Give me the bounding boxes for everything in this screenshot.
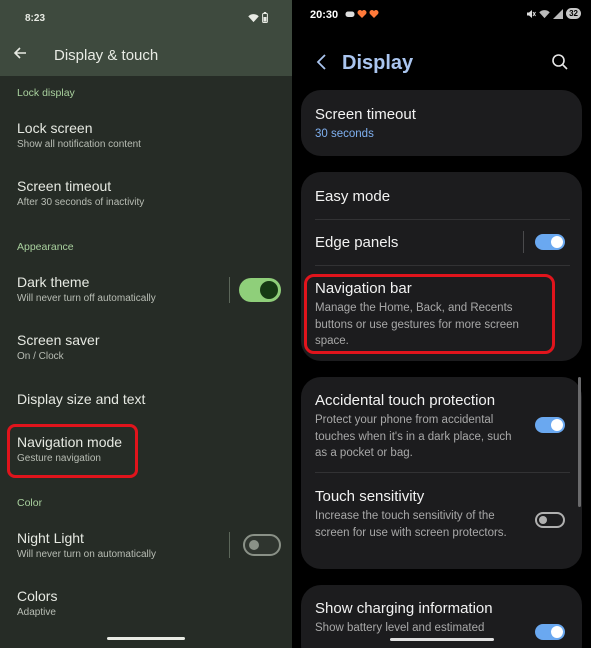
touch-sensitivity-toggle[interactable]: [535, 512, 565, 528]
samsung-display-screen: 20:30 32 Display Screen timeout 30 secon…: [292, 0, 591, 648]
setting-subtitle: Gesture navigation: [17, 453, 101, 464]
toggle-knob: [551, 419, 563, 431]
gesture-nav-handle[interactable]: [390, 638, 494, 641]
setting-charging-info[interactable]: Show charging information Show battery l…: [315, 600, 525, 637]
notification-icons: [345, 9, 379, 19]
page-title: Display: [342, 52, 414, 74]
setting-easy-mode[interactable]: Easy mode: [315, 188, 390, 205]
divider: [315, 265, 570, 266]
setting-navigation-bar[interactable]: Navigation bar Manage the Home, Back, an…: [315, 280, 550, 350]
toggle-knob: [260, 281, 278, 299]
setting-title: Accidental touch protection: [315, 392, 496, 409]
setting-subtitle: Show battery level and estimated: [315, 622, 485, 634]
divider: [315, 472, 570, 473]
heart-icon: [357, 10, 367, 18]
heart-icon: [369, 10, 379, 18]
section-lock-display: Lock display: [17, 87, 75, 99]
setting-title: Show charging information: [315, 600, 493, 617]
setting-title: Display size and text: [17, 391, 146, 407]
divider: [229, 532, 230, 558]
setting-dark-theme[interactable]: Dark theme Will never turn off automatic…: [17, 274, 156, 304]
battery-level: 32: [566, 8, 581, 19]
setting-title: Dark theme: [17, 274, 90, 290]
divider: [523, 231, 524, 253]
page-title: Display & touch: [54, 47, 159, 64]
setting-subtitle: Will never turn on automatically: [17, 549, 156, 560]
setting-title: Edge panels: [315, 234, 399, 251]
setting-screen-timeout[interactable]: Screen timeout After 30 seconds of inact…: [17, 178, 144, 208]
charging-info-toggle[interactable]: [535, 624, 565, 640]
status-icons: [248, 12, 268, 23]
back-arrow-icon[interactable]: [12, 45, 28, 61]
toggle-knob: [551, 626, 563, 638]
setting-display-size[interactable]: Display size and text: [17, 391, 145, 407]
status-time: 20:30: [310, 9, 339, 21]
back-chevron-icon[interactable]: [314, 53, 328, 71]
section-color: Color: [17, 497, 43, 509]
scrollbar[interactable]: [578, 377, 581, 507]
setting-navigation-mode[interactable]: Navigation mode Gesture navigation: [17, 434, 122, 464]
divider: [229, 277, 230, 303]
setting-touch-sensitivity[interactable]: Touch sensitivity Increase the touch sen…: [315, 488, 525, 541]
mute-icon: [527, 9, 537, 18]
divider: [315, 219, 570, 220]
setting-subtitle: Manage the Home, Back, and Recents butto…: [315, 302, 519, 347]
wifi-icon: [539, 9, 550, 18]
signal-icon: [553, 8, 564, 19]
setting-subtitle: Will never turn off automatically: [17, 293, 156, 304]
setting-lock-screen[interactable]: Lock screen Show all notification conten…: [17, 120, 141, 150]
toggle-knob: [249, 540, 259, 550]
setting-edge-panels[interactable]: Edge panels: [315, 234, 398, 251]
setting-title: Navigation mode: [17, 434, 123, 450]
setting-subtitle: Show all notification content: [17, 139, 141, 150]
setting-subtitle: After 30 seconds of inactivity: [17, 197, 145, 208]
setting-accidental-touch[interactable]: Accidental touch protection Protect your…: [315, 392, 525, 462]
setting-screen-saver[interactable]: Screen saver On / Clock: [17, 332, 99, 362]
setting-subtitle: Protect your phone from accidental touch…: [315, 414, 512, 459]
setting-subtitle: Increase the touch sensitivity of the sc…: [315, 510, 507, 539]
setting-title: Colors: [17, 588, 58, 604]
setting-title: Screen timeout: [315, 106, 416, 123]
setting-title: Night Light: [17, 530, 84, 546]
section-appearance: Appearance: [17, 241, 74, 253]
toggle-knob: [539, 516, 547, 524]
night-light-toggle[interactable]: [243, 534, 281, 556]
status-icons: 32: [526, 8, 581, 19]
setting-value: 30 seconds: [315, 128, 374, 140]
setting-subtitle: On / Clock: [17, 351, 64, 362]
search-icon[interactable]: [551, 53, 569, 71]
setting-screen-timeout[interactable]: Screen timeout 30 seconds: [315, 106, 416, 143]
status-time: 8:23: [25, 13, 46, 24]
setting-title: Touch sensitivity: [315, 488, 425, 505]
gesture-nav-handle[interactable]: [107, 637, 185, 640]
pixel-display-touch-screen: 8:23 Display & touch Lock display Lock s…: [0, 0, 292, 648]
setting-title: Navigation bar: [315, 280, 412, 297]
setting-title: Screen timeout: [17, 178, 112, 194]
setting-title: Screen saver: [17, 332, 100, 348]
setting-title: Lock screen: [17, 120, 93, 136]
accidental-touch-toggle[interactable]: [535, 417, 565, 433]
battery-icon: [262, 12, 268, 23]
dark-theme-toggle[interactable]: [239, 278, 281, 302]
setting-night-light[interactable]: Night Light Will never turn on automatic…: [17, 530, 156, 560]
wifi-icon: [248, 13, 259, 22]
edge-panels-toggle[interactable]: [535, 234, 565, 250]
toggle-knob: [551, 236, 563, 248]
setting-subtitle: Adaptive: [17, 607, 56, 618]
setting-title: Easy mode: [315, 188, 391, 205]
game-controller-icon: [345, 11, 355, 17]
setting-colors[interactable]: Colors Adaptive: [17, 588, 57, 618]
